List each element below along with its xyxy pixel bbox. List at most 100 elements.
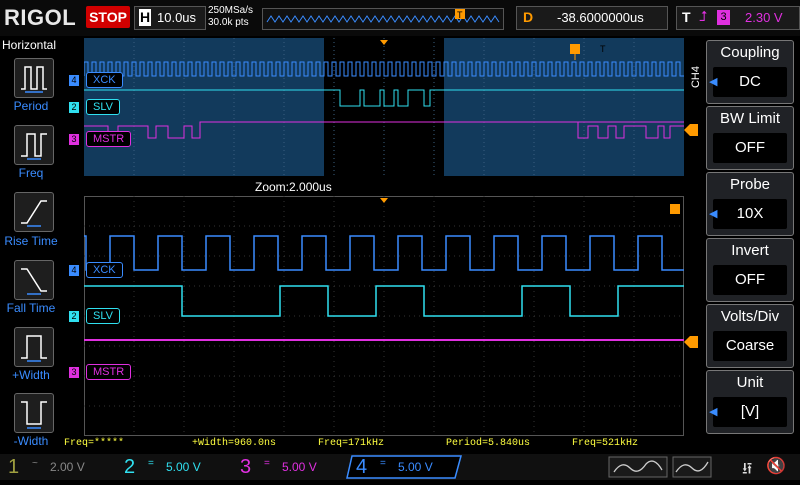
volts-div-title: Volts/Div	[720, 308, 780, 325]
ch3-scale: 5.00 V	[282, 460, 317, 474]
measurement-1[interactable]: Freq=*****	[64, 438, 124, 449]
coupling-title: Coupling	[720, 44, 780, 61]
trigger-display[interactable]: T ⮥ 3 2.30 V	[676, 6, 800, 30]
acquisition-info: 250MSa/s 30.0k pts	[208, 5, 253, 29]
measure-freq-button[interactable]	[14, 125, 54, 165]
overview-ch4-label[interactable]: XCK	[86, 72, 123, 88]
memory-overview-strip[interactable]: T	[262, 8, 504, 30]
measure-positive-width-label: +Width	[12, 368, 50, 382]
zoom-ch2-label[interactable]: SLV	[86, 308, 120, 324]
memory-depth: 30.0k pts	[208, 17, 249, 28]
option-arrow-icon: ◀	[709, 208, 718, 220]
sample-rate: 250MSa/s	[208, 5, 254, 16]
zoom-ch3-number: 3	[69, 367, 79, 378]
invert-title: Invert	[731, 242, 769, 259]
trigger-level: 2.30 V	[745, 10, 783, 25]
delay-display[interactable]: D -38.6000000us	[516, 6, 668, 30]
ch4-coupling: =	[380, 458, 386, 469]
trigger-source: 3	[717, 10, 730, 25]
volts-div-value: Coarse	[713, 331, 787, 361]
zoom-overview-window[interactable]	[84, 38, 684, 176]
measure-category-title: Horizontal	[2, 38, 57, 52]
freq-icon	[21, 133, 47, 160]
math-function-icon[interactable]	[608, 456, 668, 478]
measure-fall-time-label: Fall Time	[6, 301, 56, 315]
measure-rise-time-button[interactable]	[14, 192, 54, 232]
ch2-number: 2	[124, 456, 136, 478]
timebase-value: 10.0us	[157, 10, 197, 25]
measure-period-button[interactable]	[14, 58, 54, 98]
bw-limit-title: BW Limit	[720, 110, 780, 127]
timebase-display[interactable]: H 10.0us	[134, 6, 206, 30]
measurement-4[interactable]: Period=5.840us	[446, 438, 530, 449]
overview-ch2-label[interactable]: SLV	[86, 99, 120, 115]
ch2-scale: 5.00 V	[166, 460, 201, 474]
measurement-3[interactable]: Freq=171kHz	[318, 438, 384, 449]
overview-trigger-marker: T	[457, 10, 463, 20]
ch1-scale: 2.00 V	[50, 460, 85, 474]
ch1-coupling: ~	[32, 458, 38, 469]
zoom-ch4-label[interactable]: XCK	[86, 262, 123, 278]
brand-logo: RIGOL	[4, 5, 77, 30]
zoom-timebase-label: Zoom:2.000us	[255, 180, 332, 194]
measure-freq-label: Freq	[18, 166, 44, 180]
coupling-value: DC	[713, 67, 787, 97]
trigger-level-marker-overview[interactable]	[684, 124, 698, 136]
negative-width-icon	[21, 401, 47, 429]
reference-waveform-icon[interactable]	[672, 456, 712, 478]
unit-title: Unit	[736, 374, 764, 391]
overview-ch4-number: 4	[69, 75, 79, 86]
delay-letter: D	[523, 9, 534, 25]
measure-positive-width-button[interactable]	[14, 327, 54, 367]
ch3-coupling: =	[264, 458, 270, 469]
measurement-5[interactable]: Freq=521kHz	[572, 438, 638, 449]
ch1-status[interactable]: 1 ~ 2.00 V	[0, 456, 110, 478]
ch4-scale: 5.00 V	[398, 460, 433, 474]
coupling-menu-button[interactable]: Coupling DC ◀	[706, 40, 794, 104]
probe-value: 10X	[713, 199, 787, 229]
ch1-number: 1	[8, 456, 20, 478]
probe-title: Probe	[729, 176, 771, 193]
invert-value: OFF	[713, 265, 787, 295]
speaker-muted-icon[interactable]: 🔇	[766, 456, 786, 476]
zoom-ch4-number: 4	[69, 265, 79, 276]
unit-value: [V]	[713, 397, 787, 427]
measure-negative-width-label: -Width	[13, 434, 49, 448]
rise-time-icon	[21, 200, 47, 227]
volts-div-menu-button[interactable]: Volts/Div Coarse	[706, 304, 794, 368]
measure-fall-time-button[interactable]	[14, 260, 54, 300]
overview-ch3-label[interactable]: MSTR	[86, 131, 132, 147]
bw-limit-value: OFF	[713, 133, 787, 163]
trigger-letter: T	[682, 9, 691, 25]
ch2-coupling: =	[148, 458, 154, 469]
positive-width-icon	[21, 335, 47, 362]
ch3-number: 3	[240, 456, 252, 478]
zoom-ch2-number: 2	[69, 311, 79, 322]
menu-channel-tag: CH4	[690, 66, 702, 89]
bw-limit-menu-button[interactable]: BW Limit OFF	[706, 106, 794, 170]
overview-ch3-number: 3	[69, 134, 79, 145]
measurement-2[interactable]: +Width=960.0ns	[192, 438, 276, 449]
trigger-level-marker-zoom[interactable]	[684, 336, 698, 348]
measure-negative-width-button[interactable]	[14, 393, 54, 433]
measure-period-label: Period	[13, 99, 49, 113]
probe-menu-button[interactable]: Probe 10X ◀	[706, 172, 794, 236]
measure-rise-time-label: Rise Time	[4, 234, 58, 248]
run-stop-indicator[interactable]: STOP	[86, 6, 130, 28]
period-icon	[21, 66, 47, 93]
option-arrow-icon: ◀	[709, 76, 718, 88]
rising-edge-icon: ⮥	[699, 8, 708, 24]
timebase-letter: H	[139, 9, 151, 26]
memory-overview-waveform: T	[266, 9, 500, 23]
ch2-status[interactable]: 2 = 5.00 V	[116, 456, 226, 478]
zoomed-waveform-grid[interactable]	[84, 196, 684, 436]
ch4-number: 4	[356, 456, 368, 478]
fall-time-icon	[21, 268, 47, 295]
ch3-status[interactable]: 3 = 5.00 V	[232, 456, 342, 478]
ch4-status[interactable]: 4 = 5.00 V	[348, 456, 458, 478]
invert-menu-button[interactable]: Invert OFF	[706, 238, 794, 302]
zoom-ch3-label[interactable]: MSTR	[86, 364, 132, 380]
overview-ch2-number: 2	[69, 102, 79, 113]
usb-icon: ⭿	[742, 461, 753, 478]
unit-menu-button[interactable]: Unit [V] ◀	[706, 370, 794, 434]
